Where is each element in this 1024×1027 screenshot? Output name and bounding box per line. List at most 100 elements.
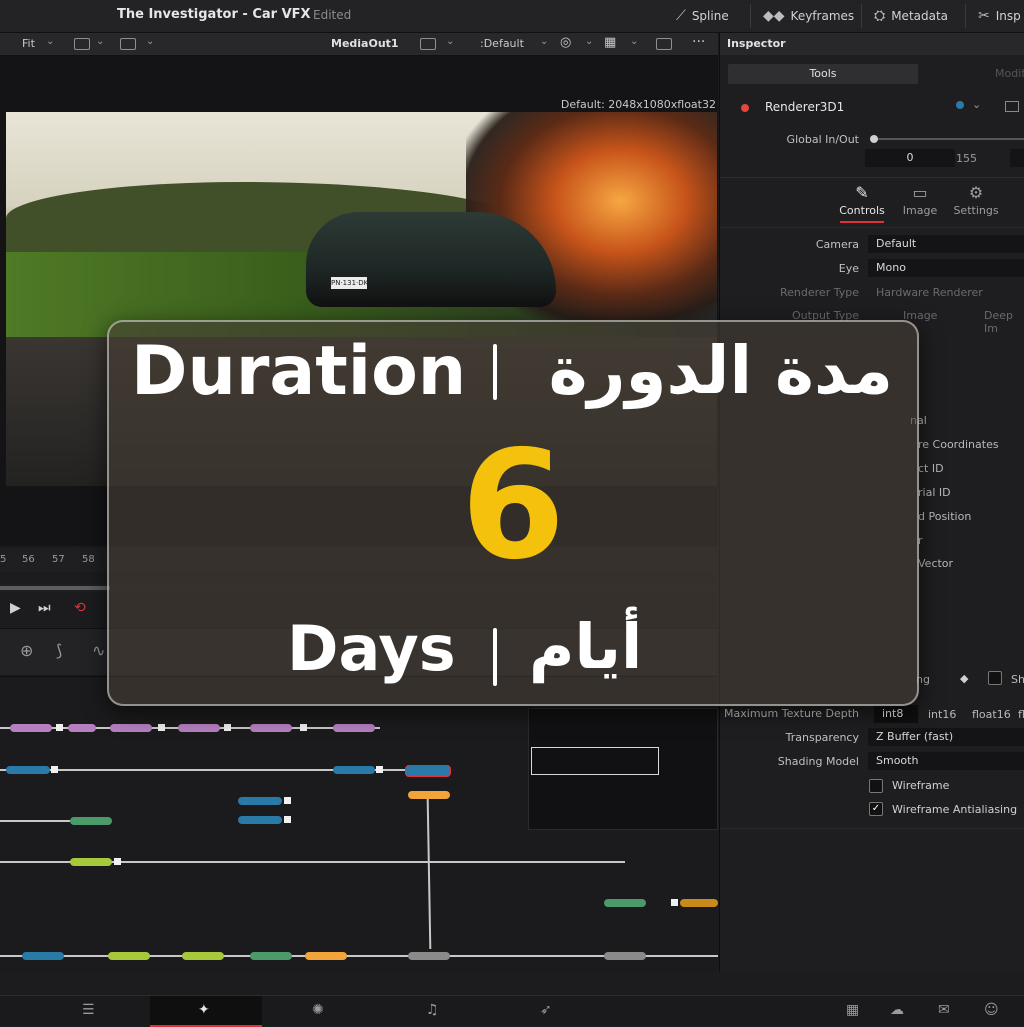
fairlight-page-icon[interactable]: ♫ — [426, 1002, 439, 1018]
minimap-viewport[interactable] — [531, 747, 659, 775]
tab-modifiers[interactable]: Modifi — [925, 64, 1024, 84]
node-purple[interactable] — [333, 724, 375, 732]
node-purple[interactable] — [110, 724, 152, 732]
node-output-port[interactable] — [671, 899, 678, 906]
loop-icon[interactable]: ⟲ — [74, 600, 86, 616]
global-out-field[interactable] — [1010, 149, 1024, 167]
node-purple[interactable] — [10, 724, 52, 732]
node-lime[interactable] — [70, 858, 112, 866]
skip-end-icon[interactable]: ⏭ — [38, 600, 51, 616]
node-lime[interactable] — [182, 952, 224, 960]
lut-select[interactable]: :Default — [480, 37, 524, 50]
wireframe-checkbox[interactable] — [869, 779, 883, 793]
texture-depth-float16[interactable]: float16 — [972, 708, 1011, 721]
node-blue[interactable] — [333, 766, 375, 774]
node-output-port[interactable] — [56, 724, 63, 731]
keyframe-diamond-icon[interactable]: ◆ — [960, 672, 968, 685]
inspector-node-row[interactable]: Renderer3D1 ⌄ — [720, 95, 1024, 119]
pin-icon[interactable] — [1005, 101, 1019, 112]
overlay-icon[interactable] — [74, 38, 90, 50]
node-blue[interactable] — [238, 816, 282, 824]
node-blue[interactable] — [238, 797, 282, 805]
wireframe-aa-checkbox[interactable]: ✓ — [869, 802, 883, 816]
chevron-down-icon[interactable]: ⌄ — [146, 36, 154, 47]
node-output-port[interactable] — [376, 766, 383, 773]
node-orange[interactable] — [680, 899, 718, 907]
texture-depth-float32[interactable]: fl — [1018, 708, 1024, 721]
node-merge[interactable] — [408, 952, 450, 960]
chevron-down-icon[interactable]: ⌄ — [46, 36, 54, 47]
subtab-settings[interactable]: ⚙ Settings — [946, 183, 1006, 217]
node-output-port[interactable] — [300, 724, 307, 731]
subtab-image[interactable]: ▭ Image — [890, 183, 950, 217]
output-type-deep[interactable]: Deep Im — [984, 309, 1024, 335]
safe-area-icon[interactable] — [656, 38, 672, 50]
fusion-page-icon[interactable]: ✦ — [198, 1002, 210, 1018]
node-green[interactable] — [250, 952, 292, 960]
node-output-port[interactable] — [284, 797, 291, 804]
metadata-button[interactable]: ⛭ Metadata — [874, 8, 948, 24]
keyframes-label: Keyframes — [790, 9, 855, 23]
color-channel-icon[interactable]: ◎ — [560, 35, 571, 50]
node-minimap[interactable] — [528, 708, 718, 830]
node-purple[interactable] — [68, 724, 96, 732]
node-green[interactable] — [604, 899, 646, 907]
node-green[interactable] — [70, 817, 112, 825]
node-blue-selected[interactable] — [405, 765, 451, 777]
renderer-type-value[interactable]: Hardware Renderer — [876, 286, 983, 299]
play-icon[interactable]: ▶ — [10, 600, 21, 616]
edit-page-icon[interactable]: ☰ — [82, 1002, 95, 1018]
global-in-field[interactable]: 0 — [865, 149, 955, 167]
keyframes-button[interactable]: ◆◆ Keyframes — [763, 8, 854, 24]
camera-select[interactable]: Default — [868, 235, 1024, 253]
node-blue[interactable] — [22, 952, 64, 960]
node-color-dot — [741, 104, 749, 112]
texture-depth-int8[interactable]: int8 — [874, 705, 918, 723]
color-page-icon[interactable]: ✺ — [312, 1002, 324, 1018]
node-output-port[interactable] — [158, 724, 165, 731]
chevron-down-icon[interactable]: ⌄ — [585, 36, 593, 47]
node-purple[interactable] — [178, 724, 220, 732]
node-output-port[interactable] — [114, 858, 121, 865]
version-dot-icon[interactable] — [956, 101, 964, 109]
slider-handle[interactable] — [870, 135, 878, 143]
roi-icon[interactable] — [420, 38, 436, 50]
chat-icon[interactable]: ✉ — [938, 1002, 950, 1018]
subtab-controls[interactable]: ✎ Controls — [832, 183, 892, 217]
node-output-port[interactable] — [284, 816, 291, 823]
node-lime[interactable] — [108, 952, 150, 960]
media-pool-icon[interactable]: ▦ — [846, 1002, 859, 1018]
shading-model-select[interactable]: Smooth — [868, 752, 1024, 770]
grid-icon[interactable]: ▦ — [604, 35, 616, 50]
days-divider — [493, 628, 497, 686]
node-merge[interactable] — [604, 952, 646, 960]
node-output-port[interactable] — [51, 766, 58, 773]
deliver-page-icon[interactable]: ➶ — [540, 1002, 552, 1018]
global-inout-slider[interactable] — [870, 138, 1024, 140]
transparency-select[interactable]: Z Buffer (fast) — [868, 728, 1024, 746]
transform-tool-icon[interactable]: ⊕ — [20, 641, 33, 660]
collaboration-icon[interactable]: ☺ — [984, 1002, 999, 1018]
node-orange[interactable] — [305, 952, 347, 960]
cloud-icon[interactable]: ☁ — [890, 1002, 904, 1018]
polygon-tool-icon[interactable]: ⟆ — [56, 641, 62, 660]
spline-button[interactable]: ⟋ Spline — [676, 8, 729, 24]
bspline-tool-icon[interactable]: ∿ — [92, 641, 105, 660]
node-orange[interactable] — [408, 791, 450, 799]
chevron-down-icon[interactable]: ⌄ — [96, 36, 104, 47]
node-blue[interactable] — [6, 766, 50, 774]
chevron-down-icon[interactable]: ⌄ — [540, 36, 548, 47]
chevron-down-icon[interactable]: ⌄ — [630, 36, 638, 47]
inspector-button[interactable]: ✂ Insp — [978, 8, 1021, 24]
node-purple[interactable] — [250, 724, 292, 732]
chevron-down-icon[interactable]: ⌄ — [446, 36, 454, 47]
eye-select[interactable]: Mono — [868, 259, 1024, 277]
chevron-down-icon[interactable]: ⌄ — [972, 98, 981, 111]
zoom-select[interactable]: Fit — [22, 37, 35, 50]
view-mode-icon[interactable] — [120, 38, 136, 50]
tab-tools[interactable]: Tools — [728, 64, 918, 84]
texture-depth-int16[interactable]: int16 — [928, 708, 956, 721]
node-output-port[interactable] — [224, 724, 231, 731]
sh-checkbox[interactable] — [988, 671, 1002, 685]
more-options-icon[interactable]: ··· — [692, 34, 705, 50]
